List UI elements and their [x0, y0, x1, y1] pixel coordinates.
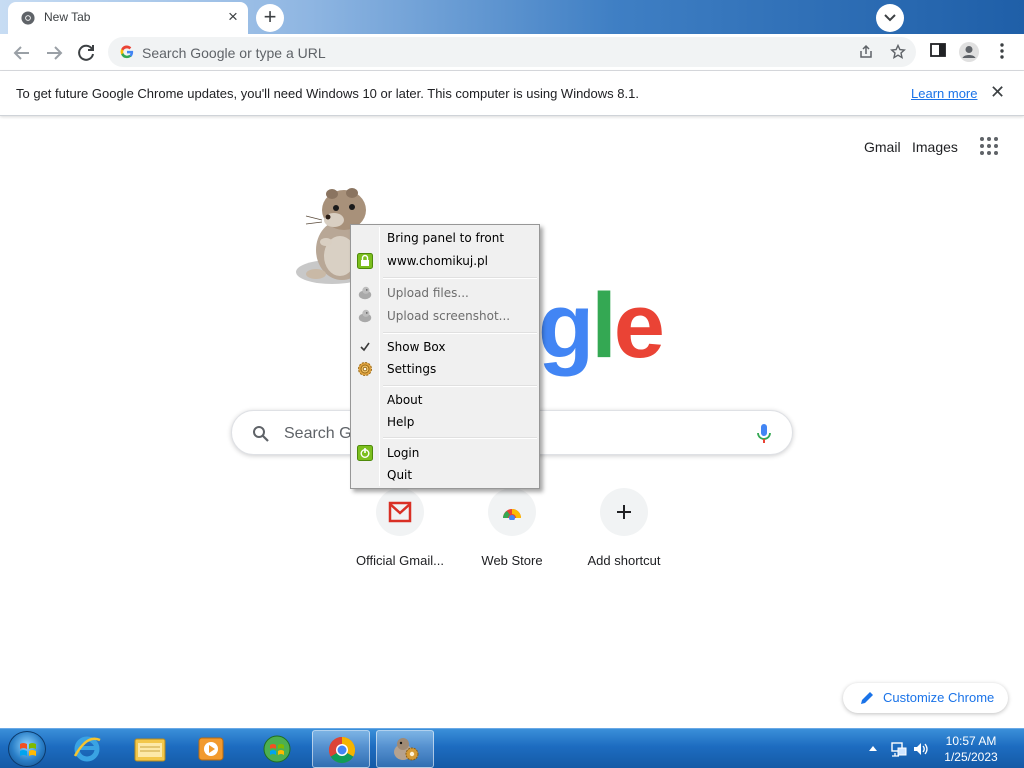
shortcut-official-gmail[interactable]: Official Gmail...	[344, 488, 456, 578]
taskbar-control-panel[interactable]	[248, 730, 306, 768]
share-icon[interactable]	[858, 44, 874, 60]
google-logo: gle	[538, 275, 665, 377]
taskbar-google-chrome[interactable]	[312, 730, 370, 768]
infobar-close-icon[interactable]: ✕	[990, 82, 1005, 103]
menu-item-show-box[interactable]: Show Box	[353, 336, 539, 358]
menu-item-label: Upload files...	[387, 286, 469, 300]
bookmark-star-icon[interactable]	[890, 44, 906, 60]
chrome-icon	[21, 11, 35, 25]
menu-item-settings[interactable]: Settings	[353, 358, 539, 380]
toolbar: Search Google or type a URL	[0, 34, 1024, 71]
gmail-link[interactable]: Gmail	[864, 139, 901, 155]
menu-item-label: Quit	[387, 468, 413, 482]
back-arrow-icon	[13, 46, 29, 60]
menu-item-about[interactable]: About	[353, 389, 539, 411]
images-link[interactable]: Images	[912, 139, 958, 155]
update-infobar: To get future Google Chrome updates, you…	[0, 71, 1024, 116]
menu-item-label: Bring panel to front	[387, 231, 505, 245]
chomikbox-context-menu: Bring panel to front www.chomikuj.pl Upl…	[350, 224, 540, 489]
start-button[interactable]	[8, 731, 46, 767]
checkmark-icon	[360, 342, 370, 352]
menu-item-chomikuj-site[interactable]: www.chomikuj.pl	[353, 250, 539, 272]
menu-item-label: Show Box	[387, 340, 446, 354]
menu-item-label: Settings	[387, 362, 437, 376]
menu-separator	[383, 332, 537, 334]
clock-date[interactable]: 1/25/2023	[928, 750, 1014, 764]
plus-icon	[600, 488, 648, 536]
forward-arrow-icon	[47, 46, 63, 60]
internet-explorer-icon	[73, 736, 101, 762]
tab-search-button[interactable]	[876, 4, 904, 32]
chevron-down-icon	[884, 14, 896, 22]
menu-separator	[383, 437, 537, 439]
tab-close-icon[interactable]: ×	[224, 8, 242, 26]
menu-item-login[interactable]: Login	[353, 442, 539, 464]
gmail-icon	[376, 488, 424, 536]
hamster-icon	[358, 286, 372, 300]
ntp-search-placeholder: Search Go	[284, 425, 361, 442]
gear-icon	[358, 362, 372, 376]
hamster-icon	[358, 309, 372, 323]
customize-chrome-label: Customize Chrome	[883, 690, 995, 705]
menu-item-label: Upload screenshot...	[387, 309, 511, 323]
windows-logo-icon	[20, 743, 36, 756]
tab-new-tab[interactable]: New Tab ×	[8, 2, 248, 34]
pencil-icon	[861, 692, 873, 704]
address-bar[interactable]: Search Google or type a URL	[108, 37, 916, 67]
menu-item-upload-files[interactable]: Upload files...	[353, 282, 539, 304]
logo-letter: g	[538, 275, 594, 377]
menu-item-upload-screenshot[interactable]: Upload screenshot...	[353, 305, 539, 327]
menu-item-label: Login	[387, 446, 420, 460]
address-bar-placeholder: Search Google or type a URL	[142, 45, 326, 61]
microphone-icon[interactable]	[756, 423, 772, 445]
google-g-icon	[120, 45, 134, 59]
chrome-icon	[328, 736, 356, 764]
taskbar-file-explorer[interactable]	[121, 730, 179, 768]
customize-chrome-button[interactable]: Customize Chrome	[843, 683, 1008, 713]
network-icon[interactable]	[890, 740, 908, 758]
menu-separator	[383, 385, 537, 387]
chomikbox-icon	[394, 738, 419, 761]
menu-item-help[interactable]: Help	[353, 411, 539, 433]
menu-kebab-icon[interactable]	[994, 41, 1010, 61]
profile-avatar-icon[interactable]	[958, 41, 980, 63]
menu-item-quit[interactable]: Quit	[353, 464, 539, 486]
shortcut-add[interactable]: Add shortcut	[568, 488, 680, 578]
logo-letter: e	[613, 275, 665, 377]
side-panel-icon[interactable]	[929, 41, 947, 59]
media-player-icon	[198, 737, 224, 761]
control-panel-icon	[263, 735, 291, 763]
logo-letter: l	[591, 275, 617, 377]
lock-icon	[357, 253, 373, 269]
show-hidden-icons-icon[interactable]	[868, 744, 878, 752]
taskbar-media-player[interactable]	[182, 730, 240, 768]
menu-item-label: Help	[387, 415, 415, 429]
menu-separator	[383, 277, 537, 279]
menu-item-label: www.chomikuj.pl	[387, 254, 489, 268]
tab-title: New Tab	[44, 10, 91, 24]
menu-item-label: About	[387, 393, 423, 407]
menu-item-bring-panel-to-front[interactable]: Bring panel to front	[353, 227, 539, 249]
power-icon	[357, 445, 373, 461]
forward-button[interactable]	[42, 41, 66, 65]
tab-strip: New Tab × +	[0, 0, 1024, 34]
clock-time[interactable]: 10:57 AM	[928, 734, 1014, 748]
search-icon	[253, 426, 269, 442]
reload-button[interactable]	[74, 41, 98, 65]
chrome-web-store-icon	[488, 488, 536, 536]
new-tab-button[interactable]: +	[256, 4, 284, 32]
shortcut-web-store[interactable]: Web Store	[456, 488, 568, 578]
taskbar-internet-explorer[interactable]	[58, 730, 116, 768]
windows-taskbar: 10:57 AM 1/25/2023	[0, 728, 1024, 768]
google-apps-icon[interactable]	[980, 137, 1000, 157]
shortcut-label: Official Gmail...	[356, 553, 444, 568]
shortcut-label: Web Store	[481, 553, 543, 568]
shortcut-label: Add shortcut	[587, 553, 661, 568]
file-explorer-icon	[134, 738, 166, 762]
back-button[interactable]	[10, 41, 34, 65]
reload-icon	[78, 44, 94, 61]
taskbar-chomikbox[interactable]	[376, 730, 434, 768]
learn-more-link[interactable]: Learn more	[911, 86, 977, 101]
infobar-message: To get future Google Chrome updates, you…	[16, 86, 639, 101]
